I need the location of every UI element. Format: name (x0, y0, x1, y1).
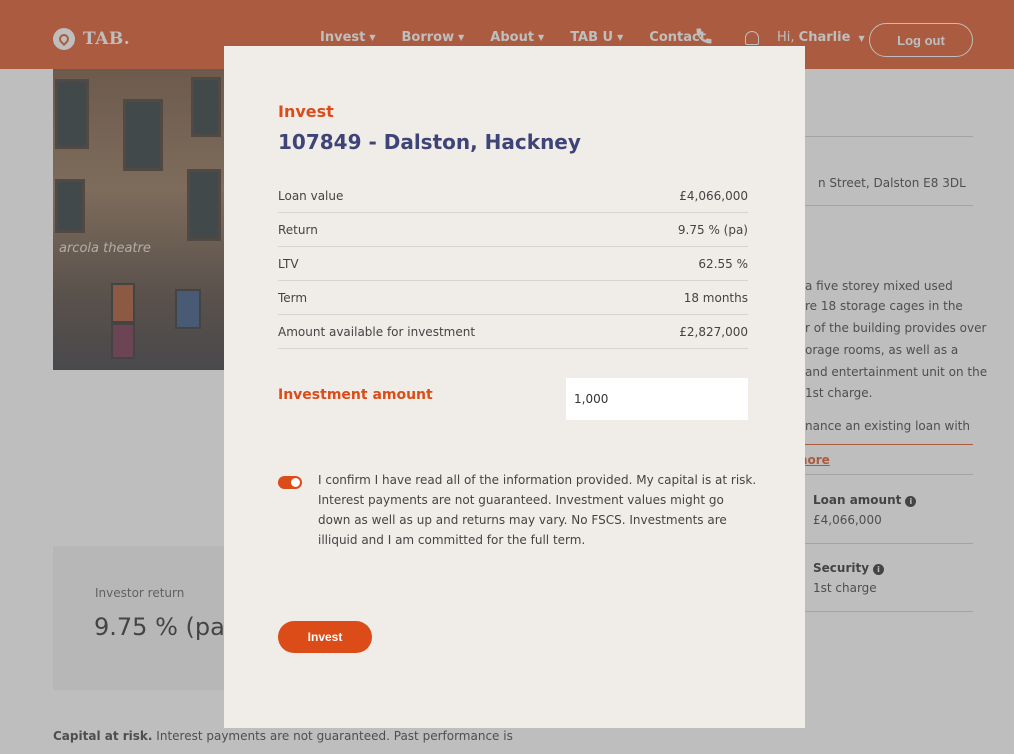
detail-row-ltv: LTV 62.55 % (278, 247, 748, 281)
detail-value: £4,066,000 (679, 188, 748, 203)
confirm-toggle[interactable] (278, 476, 302, 489)
modal-title: 107849 - Dalston, Hackney (278, 130, 581, 154)
confirm-text: I confirm I have read all of the informa… (318, 473, 757, 547)
detail-value: 62.55 % (698, 256, 748, 271)
detail-row-term: Term 18 months (278, 281, 748, 315)
investment-amount-label: Investment amount (278, 387, 433, 403)
detail-label: Loan value (278, 188, 344, 203)
investment-amount-input[interactable] (566, 378, 748, 420)
detail-label: Term (278, 290, 308, 305)
detail-row-available: Amount available for investment £2,827,0… (278, 315, 748, 349)
detail-value: 9.75 % (pa) (677, 222, 748, 237)
invest-button[interactable]: Invest (278, 621, 372, 653)
detail-label: Return (278, 222, 318, 237)
detail-label: LTV (278, 256, 299, 271)
toggle-knob (291, 478, 300, 487)
detail-value: 18 months (683, 290, 748, 305)
detail-label: Amount available for investment (278, 324, 476, 339)
detail-row-return: Return 9.75 % (pa) (278, 213, 748, 247)
modal-eyebrow: Invest (278, 102, 334, 121)
invest-modal: Invest 107849 - Dalston, Hackney Loan va… (224, 46, 805, 728)
detail-row-loan-value: Loan value £4,066,000 (278, 179, 748, 213)
detail-value: £2,827,000 (679, 324, 748, 339)
